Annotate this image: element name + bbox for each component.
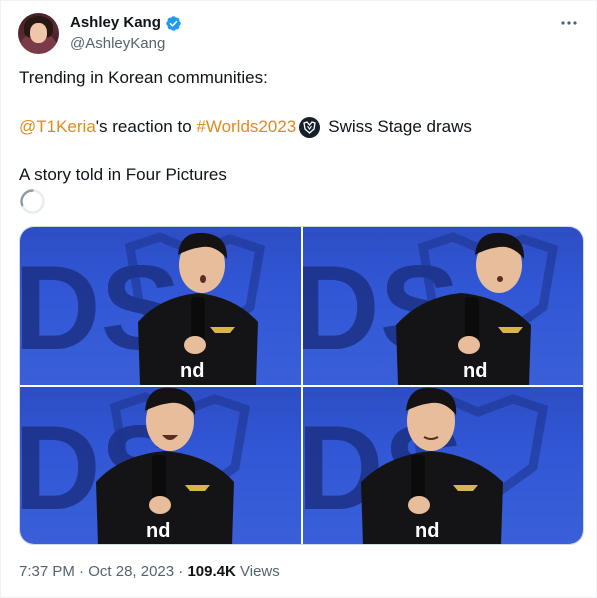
worlds-logo-icon [299, 116, 321, 138]
media-grid: DS nd DS nd DS nd nd [19, 226, 584, 545]
photo-1[interactable]: DS nd [20, 227, 301, 385]
photo-3-art: DS nd [20, 387, 251, 544]
meta-separator-1: · [74, 563, 89, 580]
jersey-text: nd [180, 360, 204, 382]
jersey-text: nd [146, 520, 170, 542]
jersey-text: nd [463, 360, 487, 382]
tweet-text-line1: Trending in Korean communities: [19, 68, 268, 87]
author-display-name[interactable]: Ashley Kang [70, 13, 161, 33]
hashtag-link[interactable]: #Worlds2023 [196, 116, 296, 138]
reaction-text: 's reaction to [95, 117, 197, 136]
avatar[interactable] [18, 13, 59, 54]
views-label: Views [235, 563, 280, 580]
author-name-row[interactable]: Ashley Kang [70, 13, 182, 33]
photo-3[interactable]: DS nd [20, 387, 301, 544]
photo-2-art: DS nd [303, 232, 559, 385]
verified-badge-icon [166, 15, 181, 31]
photo-2[interactable]: DS nd [303, 227, 583, 385]
avatar-face [30, 23, 47, 43]
meta-separator-2: · [174, 563, 188, 580]
tweet-date[interactable]: Oct 28, 2023 [88, 563, 174, 580]
tweet-text-line2: @T1Keria 's reaction to #Worlds2023 Swis… [19, 116, 472, 138]
mention-link[interactable]: @T1Keria [19, 116, 96, 138]
tweet-time[interactable]: 7:37 PM [19, 563, 75, 580]
tweet-card: Ashley Kang @AshleyKang Trending in Kore… [0, 0, 597, 598]
tweet-meta: 7:37 PM · Oct 28, 2023 · 109.4K Views [19, 563, 280, 580]
jersey-text: nd [415, 520, 439, 542]
loading-spinner-icon [20, 189, 45, 214]
tweet-text-line3: A story told in Four Pictures [19, 165, 227, 184]
photo-1-art: DS nd [20, 232, 266, 385]
photo-4[interactable]: DS nd [303, 387, 583, 544]
tweet-text-tail: Swiss Stage draws [328, 117, 472, 136]
photo-4-art: DS nd [303, 387, 549, 544]
author-handle[interactable]: @AshleyKang [70, 34, 182, 54]
views-count: 109.4K [187, 563, 236, 580]
more-dots-icon [561, 21, 577, 25]
more-options-button[interactable] [559, 13, 579, 33]
author-block: Ashley Kang @AshleyKang [70, 13, 182, 54]
